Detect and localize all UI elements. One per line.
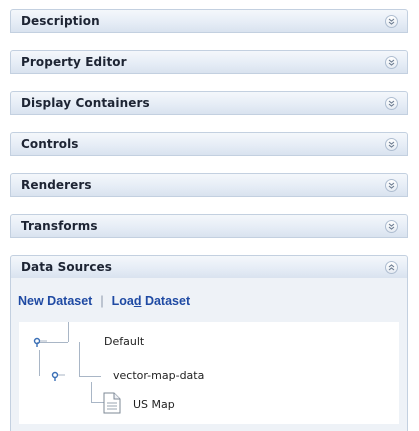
panel-title: Renderers — [21, 178, 92, 192]
tree-node-vector-map-data[interactable]: vector-map-data — [113, 369, 204, 382]
link-separator: | — [100, 294, 104, 308]
document-icon — [103, 392, 121, 414]
panel-data-sources[interactable]: Data Sources — [10, 255, 408, 279]
chevron-double-up-icon[interactable] — [385, 261, 398, 274]
chevron-double-down-icon[interactable] — [385, 15, 398, 28]
panel-renderers[interactable]: Renderers — [10, 173, 408, 197]
panel-title: Controls — [21, 137, 79, 151]
chevron-double-down-icon[interactable] — [385, 97, 398, 110]
load-dataset-text-b: Dataset — [141, 294, 191, 308]
tree-node-us-map[interactable]: US Map — [133, 398, 175, 411]
panel-property-editor[interactable]: Property Editor — [10, 50, 408, 74]
tree-connector — [91, 382, 92, 402]
chevron-double-down-icon[interactable] — [385, 56, 398, 69]
panel-title: Property Editor — [21, 55, 127, 69]
dataset-tree: Default vector-map-data US Map — [19, 322, 399, 424]
panel-title: Display Containers — [21, 96, 150, 110]
panel-display-containers[interactable]: Display Containers — [10, 91, 408, 115]
node-expander-icon[interactable] — [51, 371, 67, 381]
tree-connector — [39, 350, 40, 376]
chevron-double-down-icon[interactable] — [385, 179, 398, 192]
tree-connector — [79, 342, 80, 376]
tree-node-default[interactable]: Default — [104, 335, 144, 348]
node-expander-icon[interactable] — [33, 337, 49, 347]
chevron-double-down-icon[interactable] — [385, 220, 398, 233]
panel-title: Data Sources — [21, 260, 113, 274]
load-dataset-text-a: Loa — [111, 294, 134, 308]
load-dataset-link[interactable]: Load Dataset — [112, 294, 191, 308]
panel-title: Transforms — [21, 219, 98, 233]
panel-title: Description — [21, 14, 100, 28]
tree-connector — [68, 322, 69, 342]
dataset-actions: New Dataset | Load Dataset — [18, 294, 190, 308]
data-sources-body: New Dataset | Load Dataset Default vector-… — [10, 278, 408, 431]
tree-connector — [79, 376, 101, 377]
panel-controls[interactable]: Controls — [10, 132, 408, 156]
new-dataset-link[interactable]: New Dataset — [18, 294, 92, 308]
chevron-double-down-icon[interactable] — [385, 138, 398, 151]
panel-description[interactable]: Description — [10, 9, 408, 33]
panel-transforms[interactable]: Transforms — [10, 214, 408, 238]
